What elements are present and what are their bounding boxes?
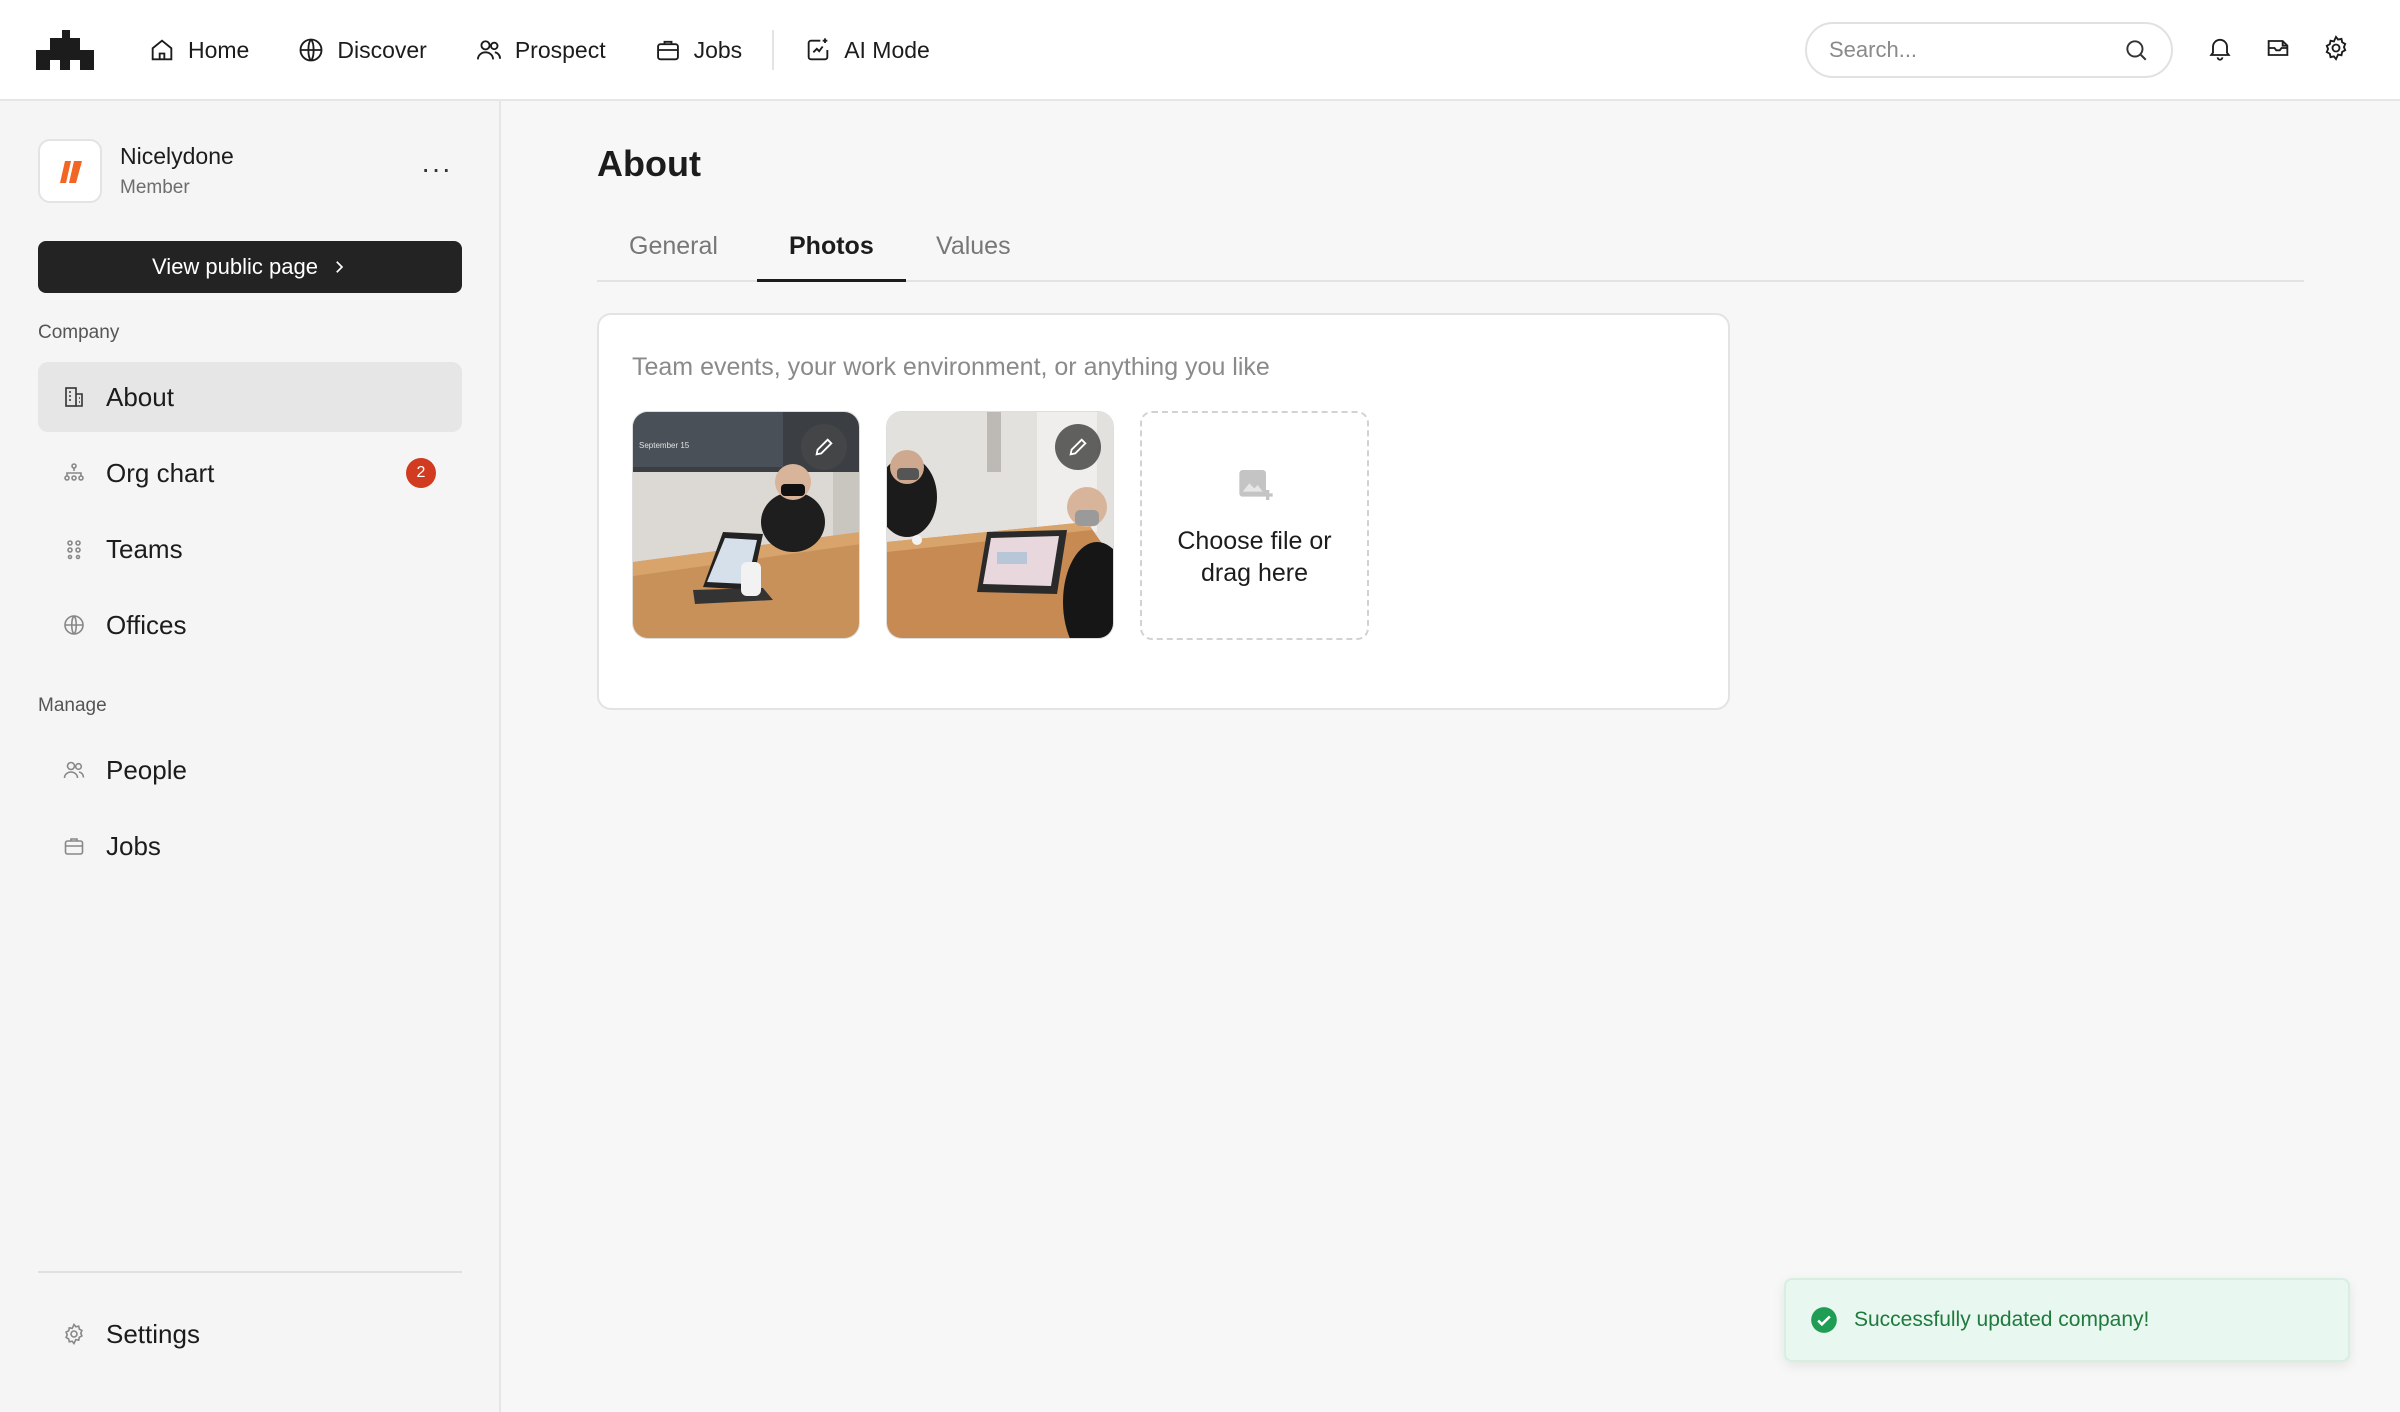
nav-jobs[interactable]: Jobs [654,36,743,64]
teams-icon [62,537,86,561]
nav-home[interactable]: Home [148,36,249,64]
page-title: About [597,143,701,184]
sidebar-item-settings-label: Settings [106,1318,200,1349]
notifications-button[interactable] [2206,34,2234,62]
sidebar-item-about-label: About [106,381,174,412]
check-circle-icon [1811,1307,1837,1333]
nav-jobs-label: Jobs [693,36,743,63]
sidebar-item-org-chart-label: Org chart [106,457,215,488]
company-name: Nicelydone [120,143,234,169]
nav-discover-label: Discover [337,36,427,63]
globe-icon [62,613,86,637]
nav-ai-mode[interactable]: AI Mode [804,36,930,64]
notification-badge: 2 [406,458,436,488]
main-nav: Home Discover Prospect Jobs AI Mode [148,0,978,100]
inbox-icon [2267,40,2289,56]
gear-icon [62,1322,86,1346]
more-options-button[interactable]: ··· [421,153,452,185]
nav-discover[interactable]: Discover [297,36,427,64]
section-label-manage: Manage [38,695,107,716]
sidebar-divider [38,1271,462,1273]
add-image-icon [1239,470,1273,500]
sidebar-item-org-chart[interactable]: Org chart 2 [38,438,462,508]
top-actions [2206,34,2350,62]
company-card: Nicelydone Member ··· [38,139,462,205]
photos-hint: Team events, your work environment, or a… [632,353,1270,381]
toast-message: Successfully updated company! [1854,1308,2150,1331]
nav-ai-mode-label: AI Mode [844,36,930,63]
bell-icon [2209,38,2231,61]
sidebar-item-teams-label: Teams [106,533,183,564]
sidebar: Nicelydone Member ··· View public page C… [0,101,501,1412]
sidebar-item-offices[interactable]: Offices [38,590,462,660]
search-input[interactable] [1829,37,2123,63]
nicelydone-logo-icon [60,161,82,183]
tab-values[interactable]: Values [904,232,1043,282]
sidebar-item-people[interactable]: People [38,735,462,805]
home-icon [151,39,173,61]
success-toast: Successfully updated company! [1784,1278,2350,1362]
briefcase-icon [62,834,86,858]
section-label-company: Company [38,322,120,343]
sidebar-item-teams[interactable]: Teams [38,514,462,584]
search-icon[interactable] [2123,37,2149,63]
nav-divider [772,30,775,70]
nav-prospect-label: Prospect [514,36,606,63]
tab-photos[interactable]: Photos [757,232,906,282]
gear-icon [2325,35,2347,61]
search-box[interactable] [1805,22,2173,78]
photo-thumbnail[interactable] [886,411,1114,639]
users-icon [476,40,501,60]
sidebar-item-people-label: People [106,754,187,785]
tab-general[interactable]: General [597,232,750,282]
photo-upload-dropzone[interactable]: Choose file or drag here [1140,411,1369,640]
nav-prospect[interactable]: Prospect [475,36,606,64]
photo-thumbnail[interactable]: September 15 [632,411,860,639]
tab-bar: General Photos Values [597,222,2304,282]
briefcase-icon [656,40,679,61]
nav-home-label: Home [188,36,250,63]
company-logo [38,139,102,203]
users-icon [62,758,86,782]
sidebar-item-jobs-label: Jobs [106,830,161,861]
globe-icon [299,38,323,62]
view-public-page-button[interactable]: View public page [38,241,462,293]
messages-button[interactable] [2264,34,2292,62]
photos-card: Team events, your work environment, or a… [597,313,1730,710]
sidebar-item-settings[interactable]: Settings [38,1299,462,1369]
edit-photo-button[interactable] [1055,424,1101,470]
pencil-icon [815,438,833,456]
pencil-icon [1069,438,1087,456]
ai-mode-icon [807,38,829,61]
sidebar-item-about[interactable]: About [38,362,462,432]
org-chart-icon [62,461,86,485]
edit-photo-button[interactable] [801,424,847,470]
dropzone-label: Choose file or drag here [1177,527,1332,587]
sidebar-item-jobs[interactable]: Jobs [38,811,462,881]
app-logo-icon[interactable] [36,30,94,70]
top-navbar: Home Discover Prospect Jobs AI Mode [0,0,2400,101]
company-role: Member [120,177,190,198]
building-icon [62,385,86,409]
chevron-right-icon [336,261,344,273]
sidebar-item-offices-label: Offices [106,609,187,640]
photo-caption: September 15 [639,441,690,450]
view-public-page-label: View public page [152,254,318,279]
settings-button[interactable] [2322,34,2350,62]
